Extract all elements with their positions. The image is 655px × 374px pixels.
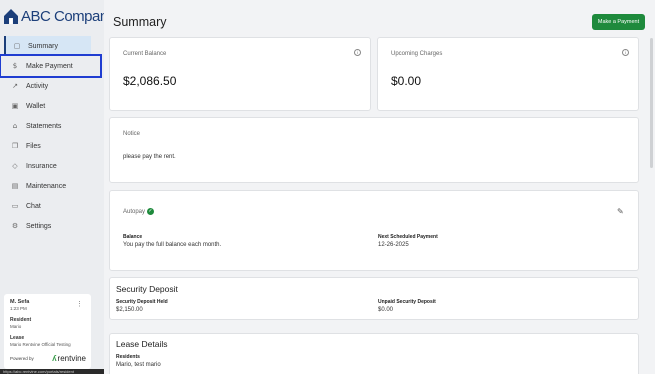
sidebar-item-label: Files <box>26 142 41 150</box>
lease-label: Lease <box>10 335 25 341</box>
autopay-label: Autopay <box>123 209 146 216</box>
page-title: Summary <box>113 15 167 29</box>
lease-details-card: Lease Details Residents Mario, test mari… <box>109 333 639 374</box>
files-icon: ❐ <box>11 142 19 150</box>
info-icon[interactable]: i <box>622 49 629 56</box>
rentvine-logo: ʎ rentvine <box>52 354 86 363</box>
security-deposit-card: Security Deposit Security Deposit Held $… <box>109 277 639 320</box>
notice-card: Notice please pay the rent. <box>109 117 639 183</box>
company-logo[interactable]: ABC Company <box>3 5 115 27</box>
unpaid-deposit-label: Unpaid Security Deposit <box>378 299 436 305</box>
next-payment-label: Next Scheduled Payment <box>378 234 438 240</box>
sidebar-item-maintenance[interactable]: ▤ Maintenance <box>0 176 104 196</box>
residents-label: Residents <box>116 354 140 360</box>
chat-icon: ▭ <box>11 202 19 210</box>
current-balance-card: Current Balance i $2,086.50 <box>109 37 371 111</box>
info-icon[interactable]: i <box>354 49 361 56</box>
notice-label: Notice <box>123 131 141 137</box>
upcoming-charges-label: Upcoming Charges <box>391 51 443 57</box>
company-name: ABC Company <box>21 7 115 25</box>
document-icon: ▢ <box>13 42 21 50</box>
current-balance-amount: $2,086.50 <box>123 74 177 88</box>
make-payment-button[interactable]: Make a Payment <box>592 14 645 30</box>
security-deposit-title: Security Deposit <box>116 284 178 294</box>
toolbox-icon: ▤ <box>11 182 19 190</box>
check-circle-icon: ✓ <box>147 208 155 215</box>
current-balance-label: Current Balance <box>123 51 167 57</box>
more-options-icon[interactable]: ⋮ <box>76 300 83 308</box>
sidebar-item-label: Settings <box>26 222 52 230</box>
sidebar-item-settings[interactable]: ⚙ Settings <box>0 216 104 236</box>
shield-icon: ◇ <box>12 162 18 170</box>
deposit-held-label: Security Deposit Held <box>116 299 168 305</box>
autopay-card: Autopay ✓ ✎ Balance You pay the full bala… <box>109 190 639 271</box>
upcoming-charges-card: Upcoming Charges i $0.00 <box>377 37 639 111</box>
house-logo-icon <box>4 8 18 24</box>
rentvine-leaf-icon: ʎ <box>52 354 57 363</box>
upcoming-charges-amount: $0.00 <box>391 74 422 88</box>
unpaid-deposit-value: $0.00 <box>378 307 394 313</box>
resident-label: Resident <box>10 317 32 323</box>
autopay-heading: Autopay ✓ <box>123 208 155 216</box>
sidebar-nav: ▢ Summary $ Make Payment ↗ Activity ▣ Wa… <box>0 36 104 236</box>
sidebar-item-chat[interactable]: ▭ Chat <box>0 196 104 216</box>
sidebar-item-label: Wallet <box>26 102 46 110</box>
sidebar-item-summary[interactable]: ▢ Summary <box>4 36 91 56</box>
sidebar-item-statements[interactable]: ⌂ Statements <box>0 116 104 136</box>
sidebar-item-insurance[interactable]: ◇ Insurance <box>0 156 104 176</box>
autopay-balance-text: You pay the full balance each month. <box>123 242 222 248</box>
bank-icon: ⌂ <box>12 122 18 130</box>
sidebar-item-activity[interactable]: ↗ Activity <box>0 76 104 96</box>
sidebar-item-label: Maintenance <box>26 182 67 190</box>
lease-details-title: Lease Details <box>116 339 168 349</box>
main-content: Summary Make a Payment Current Balance i… <box>104 0 655 374</box>
resident-value: Mario <box>10 324 22 329</box>
user-card: M. Sefa 1:23 PM ⋮ Resident Mario Lease M… <box>4 294 91 369</box>
sidebar-item-wallet[interactable]: ▣ Wallet <box>0 96 104 116</box>
autopay-balance-label: Balance <box>123 234 143 240</box>
sidebar-item-label: Statements <box>26 122 62 130</box>
wallet-icon: ▣ <box>11 102 19 110</box>
sidebar-item-make-payment[interactable]: $ Make Payment <box>0 54 102 78</box>
sidebar-item-label: Insurance <box>26 162 57 170</box>
browser-status-url: https://abc.rentvine.com/portals/residen… <box>0 369 120 374</box>
sidebar-item-label: Chat <box>26 202 41 210</box>
user-name: M. Sefa <box>10 299 30 305</box>
sidebar-item-label: Make Payment <box>26 62 73 70</box>
powered-by-label: Powered by <box>10 356 34 361</box>
notice-text: please pay the rent. <box>123 154 176 160</box>
rentvine-name: rentvine <box>57 354 86 363</box>
deposit-held-value: $2,150.00 <box>116 307 143 313</box>
trend-line-icon: ↗ <box>12 82 18 90</box>
next-payment-date: 12-26-2025 <box>378 242 409 248</box>
residents-value: Mario, test mario <box>116 362 161 368</box>
sidebar-item-label: Activity <box>26 82 49 90</box>
user-time: 1:23 PM <box>10 306 27 311</box>
lease-value: Mario Rentvine Official Testing <box>10 342 71 347</box>
powered-by: Powered by ʎ rentvine <box>10 354 86 363</box>
settings-icon: ⚙ <box>11 222 19 230</box>
edit-pencil-icon[interactable]: ✎ <box>617 207 624 216</box>
sidebar-item-files[interactable]: ❐ Files <box>0 136 104 156</box>
scrollbar[interactable] <box>650 38 653 168</box>
sidebar-item-label: Summary <box>28 42 58 50</box>
dollar-circle-icon: $ <box>12 62 18 70</box>
sidebar: ABC Company ▢ Summary $ Make Payment ↗ A… <box>0 0 115 374</box>
